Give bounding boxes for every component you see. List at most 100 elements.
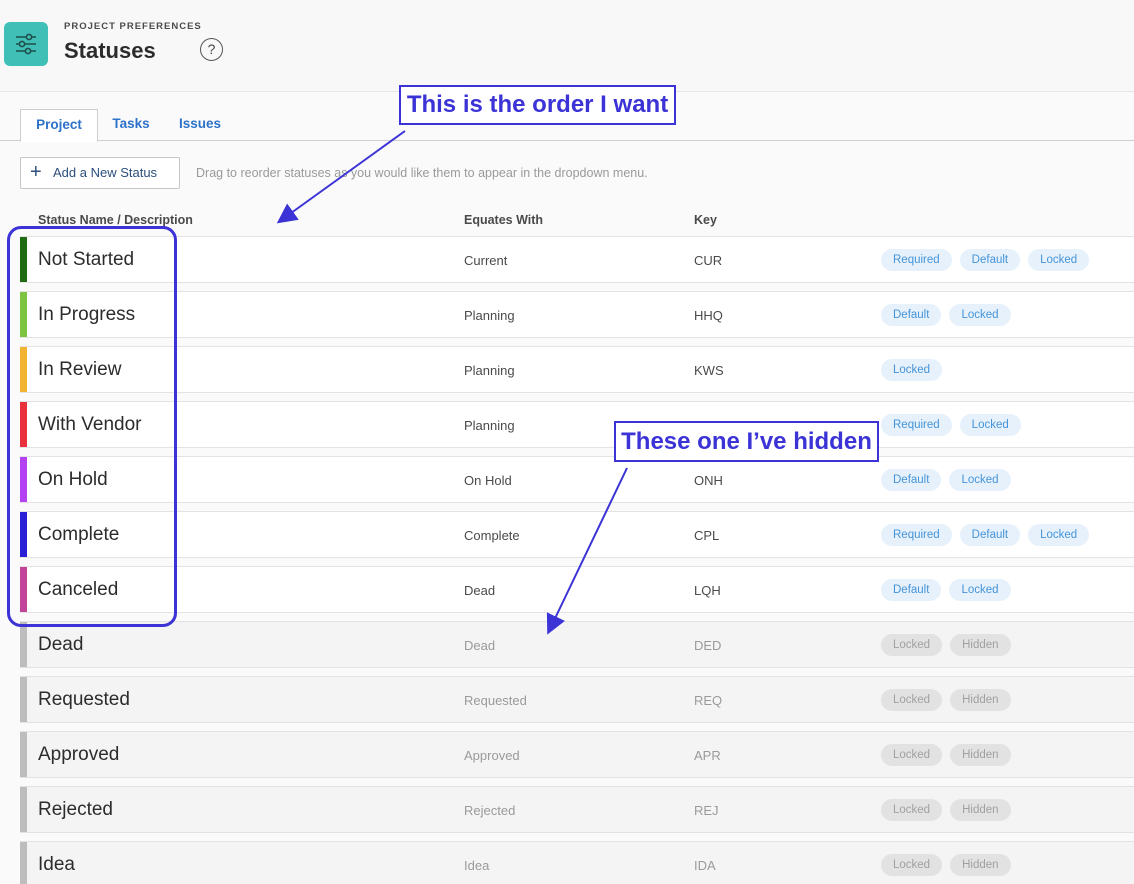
status-badges: Locked Hidden [881, 854, 1011, 876]
status-badge: Required [881, 249, 952, 271]
status-badge: Locked [881, 634, 943, 656]
status-badge: Locked [881, 854, 943, 876]
status-badge: Default [881, 304, 942, 326]
status-name: Dead [38, 634, 84, 655]
status-equates: Dead [464, 583, 496, 598]
status-badges: Locked [881, 359, 943, 381]
status-key: DED [694, 638, 722, 653]
status-badge: Locked [1028, 249, 1090, 271]
status-equates: Requested [464, 693, 527, 708]
tab-tasks[interactable]: Tasks [100, 109, 162, 141]
status-badges: Locked Hidden [881, 744, 1011, 766]
help-circle-icon[interactable]: ? [200, 38, 223, 61]
status-key: IDA [694, 858, 716, 873]
status-color-swatch [20, 622, 27, 667]
status-key: CUR [694, 253, 723, 268]
status-row[interactable]: Not Started Current CUR Required Default Lock… [20, 236, 1134, 283]
status-badges: Locked Hidden [881, 799, 1011, 821]
status-badge: Hidden [950, 799, 1011, 821]
tab-issues[interactable]: Issues [166, 109, 234, 141]
status-badges: Locked Hidden [881, 634, 1011, 656]
status-equates: Current [464, 253, 508, 268]
column-header-key: Key [694, 213, 717, 227]
status-badge: Required [881, 524, 952, 546]
page-overline: PROJECT PREFERENCES [64, 21, 202, 32]
status-row[interactable]: Dead Dead DED Locked Hidden [20, 621, 1134, 668]
column-header-equates: Equates With [464, 213, 544, 227]
status-equates: Complete [464, 528, 520, 543]
status-row[interactable]: Approved Approved APR Locked Hidden [20, 731, 1134, 778]
status-key: APR [694, 748, 721, 763]
status-row[interactable]: Rejected Rejected REJ Locked Hidden [20, 786, 1134, 833]
status-badge: Hidden [950, 854, 1011, 876]
status-badge: Required [881, 414, 952, 436]
status-row[interactable]: Idea Idea IDA Locked Hidden [20, 841, 1134, 884]
status-badge: Hidden [950, 744, 1011, 766]
status-key: REJ [694, 803, 719, 818]
status-name: Rejected [38, 799, 113, 820]
add-status-button[interactable]: + Add a New Status [20, 157, 180, 189]
status-badge: Locked [949, 469, 1011, 491]
status-name: Idea [38, 854, 75, 875]
status-key: LQH [694, 583, 721, 598]
status-equates: Idea [464, 858, 490, 873]
status-row[interactable]: Requested Requested REQ Locked Hidden [20, 676, 1134, 723]
status-badges: Default Locked [881, 304, 1011, 326]
page-title: Statuses [64, 38, 156, 63]
status-equates: Planning [464, 308, 515, 323]
status-badge: Locked [1028, 524, 1090, 546]
status-badge: Hidden [950, 634, 1011, 656]
status-color-swatch [20, 677, 27, 722]
status-row[interactable]: Canceled Dead LQH Default Locked [20, 566, 1134, 613]
status-badges: Required Default Locked [881, 249, 1090, 271]
tab-project[interactable]: Project [20, 109, 98, 142]
status-badge: Locked [881, 799, 943, 821]
status-equates: On Hold [464, 473, 512, 488]
sliders-icon [4, 22, 48, 66]
status-badges: Required Default Locked [881, 524, 1090, 546]
status-color-swatch [20, 842, 27, 884]
status-equates: Planning [464, 418, 515, 433]
reorder-hint: Drag to reorder statuses as you would li… [196, 166, 648, 180]
annotation-hidden: These one I’ve hidden [614, 421, 879, 462]
status-badge: Locked [881, 359, 943, 381]
status-color-swatch [20, 787, 27, 832]
column-header-name: Status Name / Description [38, 213, 193, 227]
status-row[interactable]: With VendorPlanningPLNRequiredLocked [20, 401, 1134, 448]
status-badge: Locked [959, 414, 1021, 436]
page-header: PROJECT PREFERENCES Statuses ? [0, 0, 1134, 92]
status-key: HHQ [694, 308, 723, 323]
status-equates: Rejected [464, 803, 516, 818]
status-badge: Default [959, 524, 1021, 546]
status-row[interactable]: Complete Complete CPL Required Default Locked [20, 511, 1134, 558]
status-badges: Default Locked [881, 469, 1011, 491]
status-badge: Default [881, 579, 942, 601]
status-badge: Default [881, 469, 942, 491]
status-key: REQ [694, 693, 723, 708]
status-badge: Hidden [950, 689, 1011, 711]
status-badges: Locked Hidden [881, 689, 1011, 711]
annotation-order: This is the order I want [399, 85, 676, 125]
status-row[interactable]: In Review Planning KWS Locked [20, 346, 1134, 393]
annotation-bracket [7, 226, 177, 627]
status-badge: Locked [949, 304, 1011, 326]
plus-icon: + [30, 161, 42, 183]
status-equates: Dead [464, 638, 496, 653]
status-name: Approved [38, 744, 120, 765]
status-badge: Locked [881, 744, 943, 766]
status-badges: Default Locked [881, 579, 1011, 601]
status-equates: Planning [464, 363, 515, 378]
status-row[interactable]: On Hold On Hold ONH Default Locked [20, 456, 1134, 503]
status-badges: Required Locked [881, 414, 1021, 436]
status-color-swatch [20, 732, 27, 777]
status-key: CPL [694, 528, 720, 543]
status-name: Requested [38, 689, 130, 710]
status-row[interactable]: In Progress Planning HHQ Default Locked [20, 291, 1134, 338]
status-badge: Default [959, 249, 1021, 271]
status-badge: Locked [949, 579, 1011, 601]
add-status-label: Add a New Status [53, 165, 158, 180]
status-key: KWS [694, 363, 724, 378]
status-key: ONH [694, 473, 723, 488]
status-badge: Locked [881, 689, 943, 711]
status-equates: Approved [464, 748, 520, 763]
